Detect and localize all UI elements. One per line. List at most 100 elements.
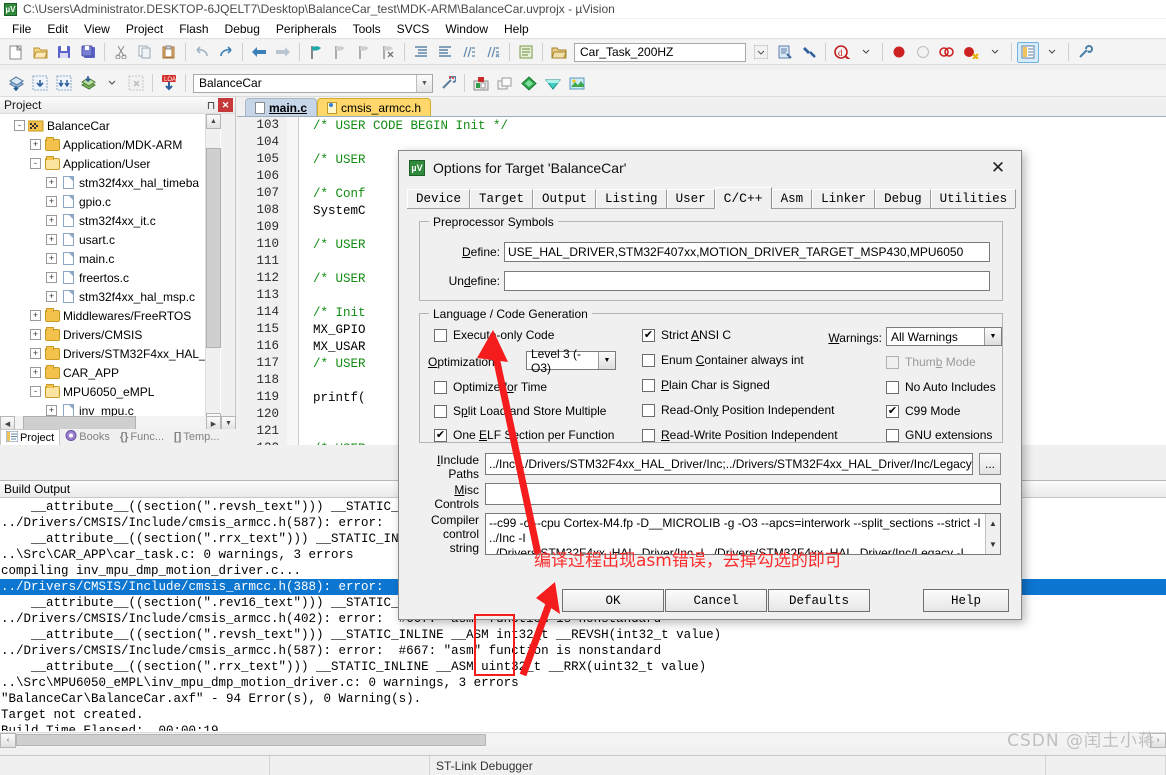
- dialog-tab-user[interactable]: User: [666, 189, 715, 208]
- pin-icon[interactable]: ⊓: [204, 99, 218, 112]
- editor-gutter[interactable]: [287, 355, 299, 372]
- tab-cmsis-armcc-h[interactable]: cmsis_armcc.h: [317, 98, 432, 116]
- undo-icon[interactable]: [191, 42, 213, 63]
- disable-all-breakpoints-icon[interactable]: [936, 42, 958, 63]
- expand-icon[interactable]: +: [30, 139, 41, 150]
- tree-node[interactable]: + usart.c: [0, 230, 221, 249]
- bookmark-clear-icon[interactable]: [377, 42, 399, 63]
- build-output-line[interactable]: __attribute__((section(".revsh_text"))) …: [0, 627, 1166, 643]
- comment-icon[interactable]: [458, 42, 480, 63]
- tree-node[interactable]: + Drivers/STM32F4xx_HAL_: [0, 344, 221, 363]
- tree-node[interactable]: + CAR_APP: [0, 363, 221, 382]
- checkbox-split-load-and-store-multiple[interactable]: Split Load and Store Multiple: [434, 404, 606, 418]
- editor-gutter[interactable]: [287, 321, 299, 338]
- pack-manager-icon[interactable]: [566, 73, 588, 94]
- ok-button[interactable]: OK: [562, 589, 664, 612]
- bo-hscroll-thumb[interactable]: [16, 734, 486, 746]
- tree-node[interactable]: + Middlewares/FreeRTOS: [0, 306, 221, 325]
- paste-icon[interactable]: [158, 42, 180, 63]
- warnings-combo[interactable]: All Warnings ▼: [886, 327, 1002, 346]
- start-debug-icon[interactable]: d: [831, 42, 853, 63]
- dialog-tab-debug[interactable]: Debug: [875, 189, 931, 208]
- copy-icon[interactable]: [134, 42, 156, 63]
- scroll-up-arrow-icon[interactable]: ▲: [206, 114, 221, 129]
- chevron-down-icon[interactable]: ▼: [598, 352, 615, 369]
- expand-icon[interactable]: +: [46, 253, 57, 264]
- checkbox-one-elf-section-per-function[interactable]: ✔ One ELF Section per Function: [434, 428, 614, 442]
- build-output-line[interactable]: Build Time Elapsed: 00:00:19: [0, 723, 1166, 731]
- close-icon[interactable]: ✕: [981, 154, 1015, 182]
- checkbox-read-only-position-independent[interactable]: Read-Only Position Independent: [642, 403, 834, 417]
- editor-gutter[interactable]: [287, 117, 299, 134]
- insert-breakpoint-icon[interactable]: [888, 42, 910, 63]
- defaults-button[interactable]: Defaults: [768, 589, 870, 612]
- chevron-down-icon[interactable]: ▼: [984, 328, 1001, 345]
- menu-item-debug[interactable]: Debug: [217, 20, 268, 38]
- bookmark-prev-icon[interactable]: [329, 42, 351, 63]
- bookmark-next-icon[interactable]: [353, 42, 375, 63]
- build-output-line[interactable]: ../Drivers/CMSIS/Include/cmsis_armcc.h(5…: [0, 643, 1166, 659]
- compiler-control-scrollbar[interactable]: ▲ ▼: [985, 514, 1000, 554]
- target-options-icon[interactable]: [437, 73, 459, 94]
- dialog-tab-linker[interactable]: Linker: [812, 189, 876, 208]
- expand-icon[interactable]: +: [30, 329, 41, 340]
- menu-item-flash[interactable]: Flash: [171, 20, 216, 38]
- cancel-button[interactable]: Cancel: [665, 589, 767, 612]
- editor-gutter[interactable]: [287, 406, 299, 423]
- checkbox-plain-char-is-signed[interactable]: Plain Char is Signed: [642, 378, 770, 392]
- manage-components-icon[interactable]: [470, 73, 492, 94]
- help-button[interactable]: Help: [923, 589, 1009, 612]
- editor-gutter[interactable]: [287, 372, 299, 389]
- tree-node[interactable]: + Drivers/CMSIS: [0, 325, 221, 344]
- checkbox-execute-only-code[interactable]: Execute-only Code: [434, 328, 554, 342]
- editor-gutter[interactable]: [287, 185, 299, 202]
- collapse-icon[interactable]: -: [30, 386, 41, 397]
- rebuild-icon[interactable]: [29, 73, 51, 94]
- expand-icon[interactable]: +: [30, 310, 41, 321]
- project-window-toggle-icon[interactable]: [1017, 41, 1039, 63]
- dialog-tab-cc[interactable]: C/C++: [714, 187, 772, 209]
- open-target-icon[interactable]: [548, 42, 570, 63]
- editor-gutter[interactable]: [287, 151, 299, 168]
- build-icon[interactable]: [5, 73, 27, 94]
- bo-scroll-left-icon[interactable]: ‹: [0, 733, 16, 748]
- optimization-combo[interactable]: Level 3 (-O3) ▼: [526, 347, 616, 375]
- checkbox-optimize-for-time[interactable]: Optimize for Time: [434, 380, 547, 394]
- target-options-doc-icon[interactable]: [774, 42, 796, 63]
- checkbox-no-auto-includes[interactable]: No Auto Includes: [886, 380, 996, 394]
- project-selector-combo[interactable]: BalanceCar ▼: [193, 73, 433, 93]
- pack-icon[interactable]: [542, 73, 564, 94]
- expand-icon[interactable]: +: [46, 177, 57, 188]
- open-file-icon[interactable]: [29, 42, 51, 63]
- collapse-icon[interactable]: -: [30, 158, 41, 169]
- expand-icon[interactable]: +: [46, 291, 57, 302]
- tree-node[interactable]: + stm32f4xx_hal_msp.c: [0, 287, 221, 306]
- project-tree[interactable]: - BalanceCar + Application/MDK-ARM - Applicat…: [0, 114, 221, 428]
- disable-breakpoint-icon[interactable]: [912, 42, 934, 63]
- menu-item-svcs[interactable]: SVCS: [389, 20, 438, 38]
- tree-node[interactable]: + stm32f4xx_hal_timeba: [0, 173, 221, 192]
- breakpoints-dropdown-icon[interactable]: [984, 42, 1006, 63]
- panel-tab-project[interactable]: Project: [0, 429, 61, 445]
- configure-flash-icon[interactable]: [798, 42, 820, 63]
- batch-build-icon[interactable]: [53, 73, 75, 94]
- checkbox-gnu-extensions[interactable]: GNU extensions: [886, 428, 992, 442]
- checkbox-c99-mode[interactable]: ✔ C99 Mode: [886, 404, 960, 418]
- tree-node[interactable]: - MPU6050_eMPL: [0, 382, 221, 401]
- define-input[interactable]: USE_HAL_DRIVER,STM32F407xx,MOTION_DRIVER…: [504, 242, 990, 262]
- menu-item-file[interactable]: File: [4, 20, 39, 38]
- tree-node[interactable]: + Application/MDK-ARM: [0, 135, 221, 154]
- scroll-down-arrow-icon[interactable]: ▼: [989, 537, 997, 552]
- pack-installer-icon[interactable]: [518, 73, 540, 94]
- menu-item-view[interactable]: View: [76, 20, 118, 38]
- save-all-icon[interactable]: [77, 42, 99, 63]
- editor-gutter[interactable]: [287, 253, 299, 270]
- expand-icon[interactable]: +: [46, 405, 57, 416]
- bookmark-toggle-icon[interactable]: [305, 42, 327, 63]
- include-paths-input[interactable]: ../Inc;../Drivers/STM32F4xx_HAL_Driver/I…: [485, 453, 973, 475]
- multi-project-icon[interactable]: [494, 73, 516, 94]
- build-dropdown-icon[interactable]: [101, 73, 123, 94]
- outdent-icon[interactable]: [434, 42, 456, 63]
- configure-icon[interactable]: [1074, 42, 1096, 63]
- dialog-tab-utilities[interactable]: Utilities: [930, 189, 1017, 208]
